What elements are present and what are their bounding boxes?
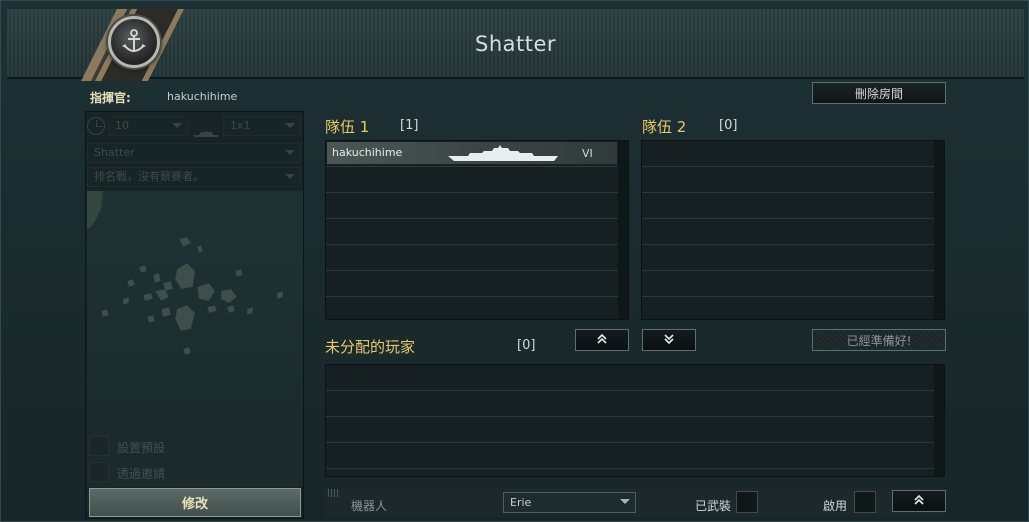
commander-name: hakuchihime	[167, 90, 238, 103]
ready-button[interactable]: 已經準備好!	[812, 329, 946, 351]
unassigned-title: 未分配的玩家	[325, 338, 416, 356]
bot-ship-select-value: Erie	[510, 496, 532, 509]
map-preview	[87, 191, 303, 405]
map-select[interactable]: Shatter	[87, 143, 301, 163]
team2-scrollbar[interactable]	[934, 141, 944, 319]
team2-title: 隊伍 2	[642, 118, 687, 136]
move-up-button[interactable]	[575, 329, 629, 351]
clock-icon	[87, 117, 105, 135]
team-size-select[interactable]: 1x1	[223, 116, 301, 136]
team2-list	[641, 140, 945, 320]
preset-label: 設置預設	[117, 441, 166, 455]
team-size-select-value: 1x1	[230, 119, 251, 132]
modify-button[interactable]: 修改	[89, 488, 301, 517]
armed-checkbox[interactable]	[736, 491, 758, 513]
battle-type-select-value: 排名戰，沒有競賽者。	[94, 170, 204, 183]
bot-ship-select[interactable]: Erie	[503, 492, 636, 513]
player-name: hakuchihime	[332, 146, 403, 159]
grip-icon	[328, 489, 338, 497]
commander-label: 指揮官:	[90, 91, 131, 105]
player-tier: VI	[582, 147, 593, 160]
invite-label: 透過邀請	[117, 467, 166, 481]
anchor-emblem-icon	[108, 16, 160, 68]
invite-checkbox[interactable]	[89, 462, 109, 482]
team1-scrollbar[interactable]	[618, 141, 628, 319]
team1-title: 隊伍 1	[325, 118, 370, 136]
unassigned-count: [0]	[517, 338, 536, 353]
team1-player-row[interactable]: hakuchihime VI	[327, 142, 617, 164]
ship-silhouette-icon	[193, 122, 219, 137]
enable-checkbox[interactable]	[854, 491, 876, 513]
armed-label: 已武裝	[695, 499, 732, 513]
preset-checkbox[interactable]	[89, 436, 109, 456]
enable-label: 啟用	[823, 499, 848, 513]
delete-room-button[interactable]: 刪除房間	[812, 82, 946, 104]
battle-type-select[interactable]: 排名戰，沒有競賽者。	[87, 167, 301, 187]
move-down-button[interactable]	[642, 329, 696, 351]
lobby-window: Shatter 指揮官: hakuchihime 刪除房間 10 1x1 Sha…	[0, 0, 1029, 522]
double-chevron-down-icon	[664, 333, 674, 347]
ship-silhouette-icon	[448, 142, 558, 165]
add-bot-button[interactable]	[892, 490, 946, 512]
unassigned-list	[325, 364, 945, 477]
tier-select-value: 10	[115, 119, 129, 132]
team1-count: [1]	[400, 118, 419, 133]
double-chevron-up-icon	[597, 333, 607, 347]
map-select-value: Shatter	[94, 146, 135, 159]
tier-select[interactable]: 10	[108, 116, 188, 136]
bot-label: 機器人	[351, 499, 388, 513]
team1-list	[325, 140, 629, 320]
team2-count: [0]	[719, 118, 738, 133]
double-chevron-up-icon	[914, 494, 924, 508]
unassigned-scrollbar[interactable]	[934, 365, 944, 476]
